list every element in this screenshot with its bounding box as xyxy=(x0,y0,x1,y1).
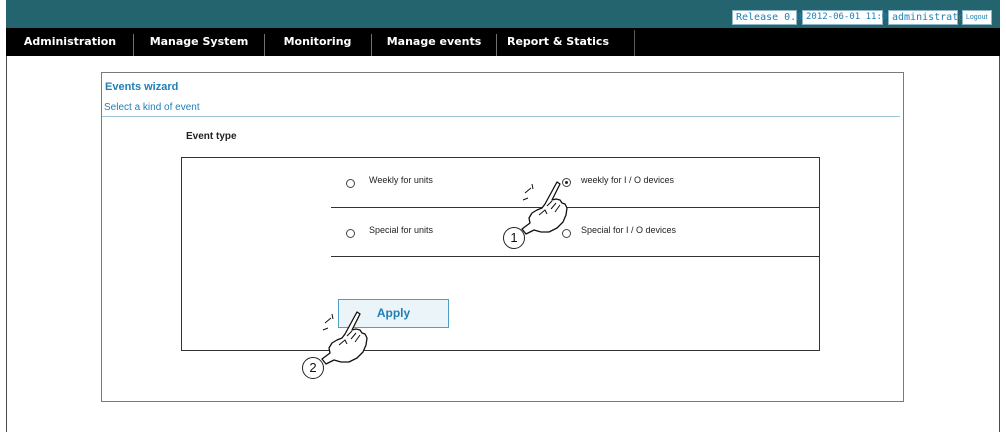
navbar-end-divider xyxy=(634,30,635,56)
step-2-marker: 2 xyxy=(302,357,324,379)
release-badge: Release 0.89 xyxy=(732,10,808,25)
option-row-divider xyxy=(331,207,820,208)
nav-item-manage-events[interactable]: Manage events xyxy=(372,28,496,56)
wizard-divider xyxy=(102,116,900,117)
option-label-weekly-io-devices[interactable]: weekly for I / O devices xyxy=(581,175,674,185)
nav-item-manage-system[interactable]: Manage System xyxy=(134,28,264,56)
wizard-subtitle: Select a kind of event xyxy=(104,102,200,113)
nav-item-report-statics[interactable]: Report & Statics xyxy=(497,28,619,56)
wizard-title: Events wizard xyxy=(105,81,179,93)
pointing-hand-icon xyxy=(521,181,568,235)
radio-weekly-units[interactable] xyxy=(346,179,355,188)
radio-special-units[interactable] xyxy=(346,229,355,238)
user-badge[interactable]: administrator xyxy=(888,10,970,25)
option-label-weekly-units[interactable]: Weekly for units xyxy=(369,175,433,185)
step-1-marker: 1 xyxy=(503,227,525,249)
option-label-special-io-devices[interactable]: Special for I / O devices xyxy=(581,225,676,235)
logout-button[interactable]: Logout xyxy=(962,10,992,25)
option-label-special-units[interactable]: Special for units xyxy=(369,225,433,235)
nav-item-monitoring[interactable]: Monitoring xyxy=(265,28,370,56)
pointing-hand-icon xyxy=(321,311,368,365)
event-type-label: Event type xyxy=(186,131,237,142)
datetime-badge: 2012-06-01 11:09 xyxy=(802,10,893,25)
nav-item-administration[interactable]: Administration xyxy=(6,28,134,56)
event-type-box xyxy=(181,157,820,351)
option-row-divider xyxy=(331,256,820,257)
